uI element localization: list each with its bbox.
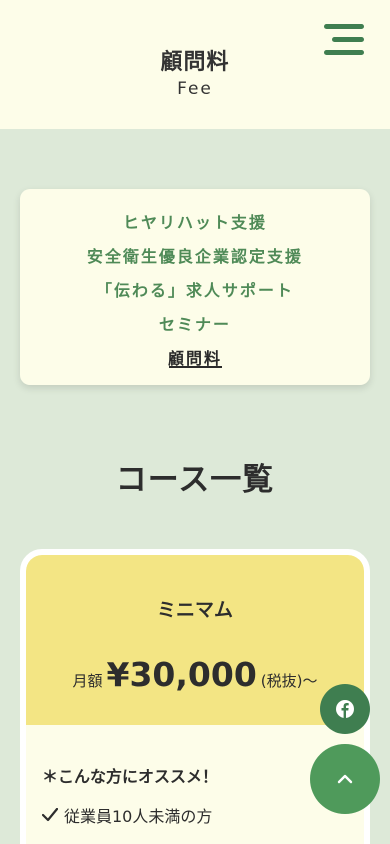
price-prefix: 月額 [72, 672, 103, 690]
recommend-title: ＊こんな方にオススメ！ [42, 767, 219, 786]
course-name: ミニマム [156, 599, 233, 621]
active-underline [169, 366, 222, 368]
chevron-up-icon [337, 774, 353, 784]
back-to-top-button[interactable] [310, 744, 380, 814]
header: 顧問料 Fee [0, 0, 390, 129]
page-subtitle: Fee [177, 79, 213, 99]
check-item-label: 従業員10人未満の方 [64, 807, 213, 826]
facebook-icon[interactable] [320, 684, 370, 734]
nav-item-recruit-support[interactable]: 「伝わる」求人サポート [20, 277, 370, 301]
check-icon [41, 807, 60, 826]
price-suffix: (税抜)〜 [260, 672, 318, 690]
nav-item-seminar[interactable]: セミナー [20, 311, 370, 335]
page-nav: ヒヤリハット支援 安全衛生優良企業認定支援 「伝わる」求人サポート セミナー 顧… [20, 189, 370, 385]
check-item: 従業員10人未満の方 [41, 803, 213, 827]
price-value: ¥30,000 [106, 655, 257, 694]
course-card-header: ミニマム 月額 ¥30,000 (税抜)〜 [26, 555, 364, 725]
nav-item-safety-certification[interactable]: 安全衛生優良企業認定支援 [20, 243, 370, 267]
price-row: 月額 ¥30,000 (税抜)〜 [26, 655, 364, 694]
hamburger-menu-icon[interactable] [322, 22, 368, 56]
nav-item-hiyari-hatto[interactable]: ヒヤリハット支援 [20, 209, 370, 233]
course-list-title: コース一覧 [115, 462, 275, 498]
